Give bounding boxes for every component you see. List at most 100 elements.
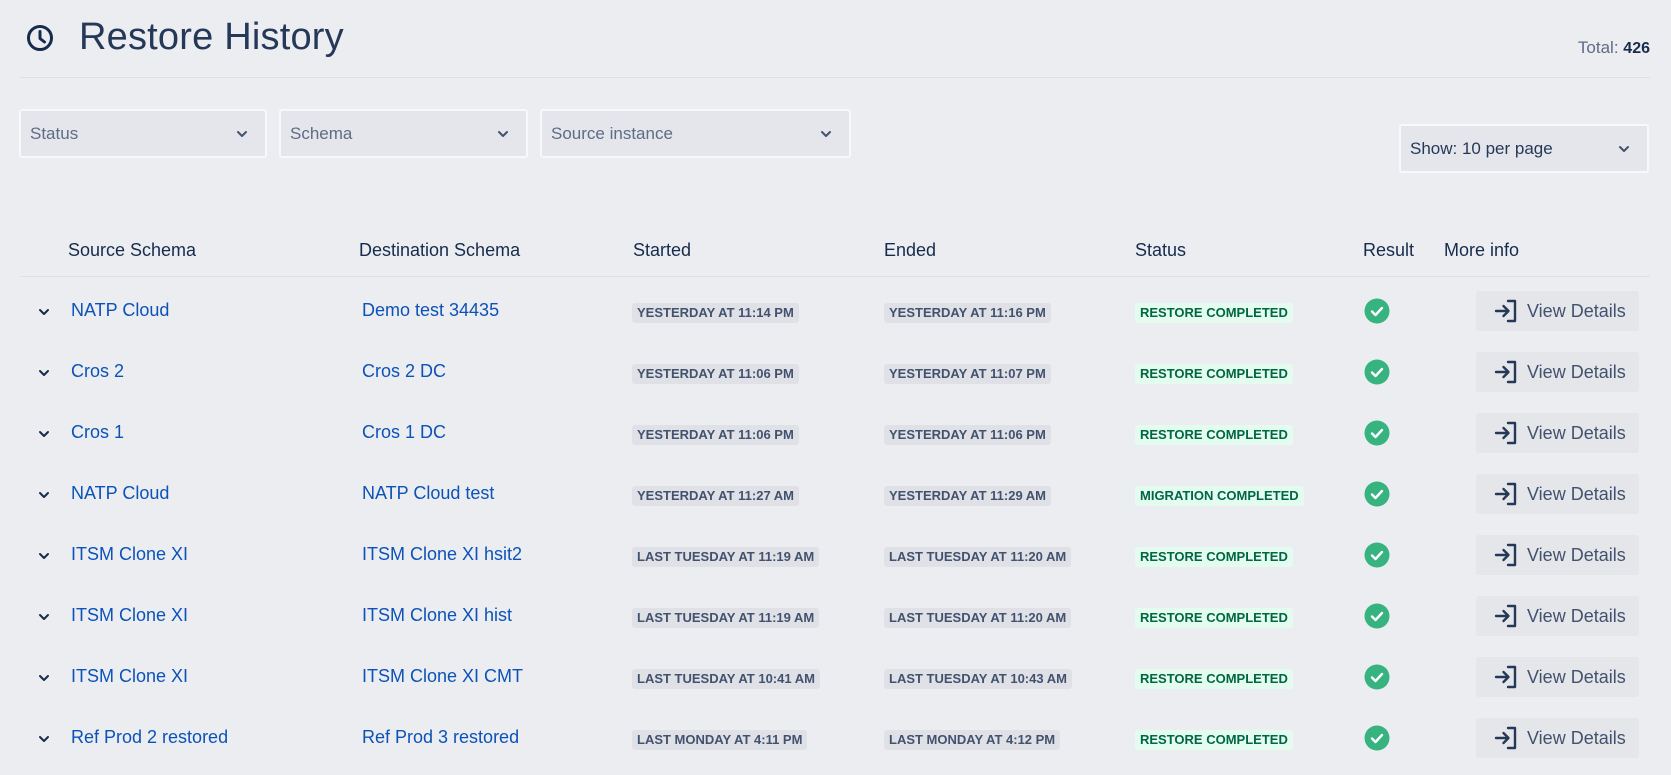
started-lozenge: LAST TUESDAY AT 11:19 AM [632,547,820,567]
check-circle-icon [1364,542,1390,568]
source-schema-link[interactable]: Cros 2 [71,361,124,382]
destination-schema-link[interactable]: ITSM Clone XI CMT [362,666,523,687]
total-count: Total: 426 [1578,38,1650,58]
view-details-label: View Details [1527,422,1626,443]
view-details-label: View Details [1527,544,1626,565]
ended-lozenge: YESTERDAY AT 11:07 PM [884,364,1051,384]
status-lozenge: MIGRATION COMPLETED [1135,486,1304,506]
table-row: ITSM Clone XI ITSM Clone XI hsit2 LAST T… [0,525,1671,586]
column-header-source-schema: Source Schema [68,240,197,260]
table-row: NATP Cloud Demo test 34435 YESTERDAY AT … [0,281,1671,342]
table-row: ITSM Clone XI ITSM Clone XI hist LAST TU… [0,586,1671,647]
started-lozenge: LAST TUESDAY AT 11:19 AM [632,608,820,628]
chevron-down-icon[interactable] [36,426,52,442]
check-circle-icon [1364,603,1390,629]
status-lozenge: RESTORE COMPLETED [1135,669,1293,689]
started-lozenge: YESTERDAY AT 11:06 PM [632,364,799,384]
page-size-value: Show: 10 per page [1410,138,1553,158]
status-lozenge: RESTORE COMPLETED [1135,608,1293,628]
status-lozenge: RESTORE COMPLETED [1135,425,1293,445]
ended-lozenge: LAST TUESDAY AT 10:43 AM [884,669,1072,689]
chevron-down-icon[interactable] [36,365,52,381]
started-lozenge: LAST MONDAY AT 4:11 PM [632,730,808,750]
ended-lozenge: LAST TUESDAY AT 11:20 AM [884,608,1072,628]
started-lozenge: YESTERDAY AT 11:06 PM [632,425,799,445]
source-schema-link[interactable]: Cros 1 [71,422,124,443]
sign-in-icon [1494,726,1517,750]
view-details-button[interactable]: View Details [1476,535,1639,575]
column-header-destination-schema: Destination Schema [359,240,521,260]
page-size-select[interactable]: Show: 10 per page [1399,124,1649,173]
view-details-label: View Details [1527,361,1626,382]
sign-in-icon [1494,421,1517,445]
started-lozenge: YESTERDAY AT 11:14 PM [632,303,799,323]
ended-lozenge: YESTERDAY AT 11:16 PM [884,303,1051,323]
table-row: Ref Prod 2 restored Ref Prod 3 restored … [0,708,1671,769]
chevron-down-icon[interactable] [36,670,52,686]
table-row: ITSM Clone XI ITSM Clone XI CMT LAST TUE… [0,647,1671,708]
view-details-button[interactable]: View Details [1476,718,1639,758]
view-details-button[interactable]: View Details [1476,352,1639,392]
check-circle-icon [1364,420,1390,446]
chevron-down-icon [498,131,508,137]
view-details-button[interactable]: View Details [1476,657,1639,697]
source-schema-link[interactable]: NATP Cloud [71,300,169,321]
column-header-started: Started [633,240,692,260]
sign-in-icon [1494,543,1517,567]
table-row: Cros 2 Cros 2 DC YESTERDAY AT 11:06 PM Y… [0,342,1671,403]
source-schema-link[interactable]: ITSM Clone XI [71,666,188,687]
source-schema-link[interactable]: NATP Cloud [71,483,169,504]
chevron-down-icon [821,131,831,137]
destination-schema-link[interactable]: ITSM Clone XI hist [362,605,512,626]
source-instance-filter-select[interactable]: Source instance [540,109,851,158]
started-lozenge: YESTERDAY AT 11:27 AM [632,486,800,506]
status-lozenge: RESTORE COMPLETED [1135,547,1293,567]
source-schema-link[interactable]: ITSM Clone XI [71,605,188,626]
view-details-button[interactable]: View Details [1476,474,1639,514]
destination-schema-link[interactable]: NATP Cloud test [362,483,494,504]
ended-lozenge: YESTERDAY AT 11:29 AM [884,486,1052,506]
chevron-down-icon[interactable] [36,304,52,320]
column-header-status: Status [1135,240,1187,260]
view-details-button[interactable]: View Details [1476,291,1639,331]
table-row: NATP Cloud NATP Cloud test YESTERDAY AT … [0,464,1671,525]
source-instance-filter-placeholder: Source instance [551,123,673,143]
view-details-label: View Details [1527,666,1626,687]
check-circle-icon [1364,298,1390,324]
view-details-button[interactable]: View Details [1476,413,1639,453]
destination-schema-link[interactable]: Cros 2 DC [362,361,446,382]
total-label: Total: [1577,38,1619,57]
view-details-button[interactable]: View Details [1476,596,1639,636]
started-lozenge: LAST TUESDAY AT 10:41 AM [632,669,820,689]
table-row: Cros 1 Cros 1 DC YESTERDAY AT 11:06 PM Y… [0,403,1671,464]
view-details-label: View Details [1527,483,1626,504]
table-header-divider [20,276,1650,277]
chevron-down-icon[interactable] [36,609,52,625]
status-filter-placeholder: Status [30,123,79,143]
view-details-label: View Details [1527,300,1626,321]
chevron-down-icon[interactable] [36,548,52,564]
column-header-ended: Ended [884,240,937,260]
destination-schema-link[interactable]: ITSM Clone XI hsit2 [362,544,522,565]
total-value: 426 [1623,40,1650,57]
chevron-down-icon[interactable] [36,731,52,747]
schema-filter-placeholder: Schema [290,123,353,143]
page-title: Restore History [79,16,344,58]
ended-lozenge: YESTERDAY AT 11:06 PM [884,425,1051,445]
chevron-down-icon [1619,146,1629,152]
check-circle-icon [1364,359,1390,385]
schema-filter-select[interactable]: Schema [279,109,528,158]
sign-in-icon [1494,665,1517,689]
status-lozenge: RESTORE COMPLETED [1135,303,1293,323]
source-schema-link[interactable]: ITSM Clone XI [71,544,188,565]
destination-schema-link[interactable]: Demo test 34435 [362,300,499,321]
clock-icon [27,25,53,51]
source-schema-link[interactable]: Ref Prod 2 restored [71,727,228,748]
status-filter-select[interactable]: Status [19,109,267,158]
status-lozenge: RESTORE COMPLETED [1135,730,1293,750]
ended-lozenge: LAST MONDAY AT 4:12 PM [884,730,1061,750]
destination-schema-link[interactable]: Cros 1 DC [362,422,446,443]
status-lozenge: RESTORE COMPLETED [1135,364,1293,384]
chevron-down-icon[interactable] [36,487,52,503]
destination-schema-link[interactable]: Ref Prod 3 restored [362,727,519,748]
